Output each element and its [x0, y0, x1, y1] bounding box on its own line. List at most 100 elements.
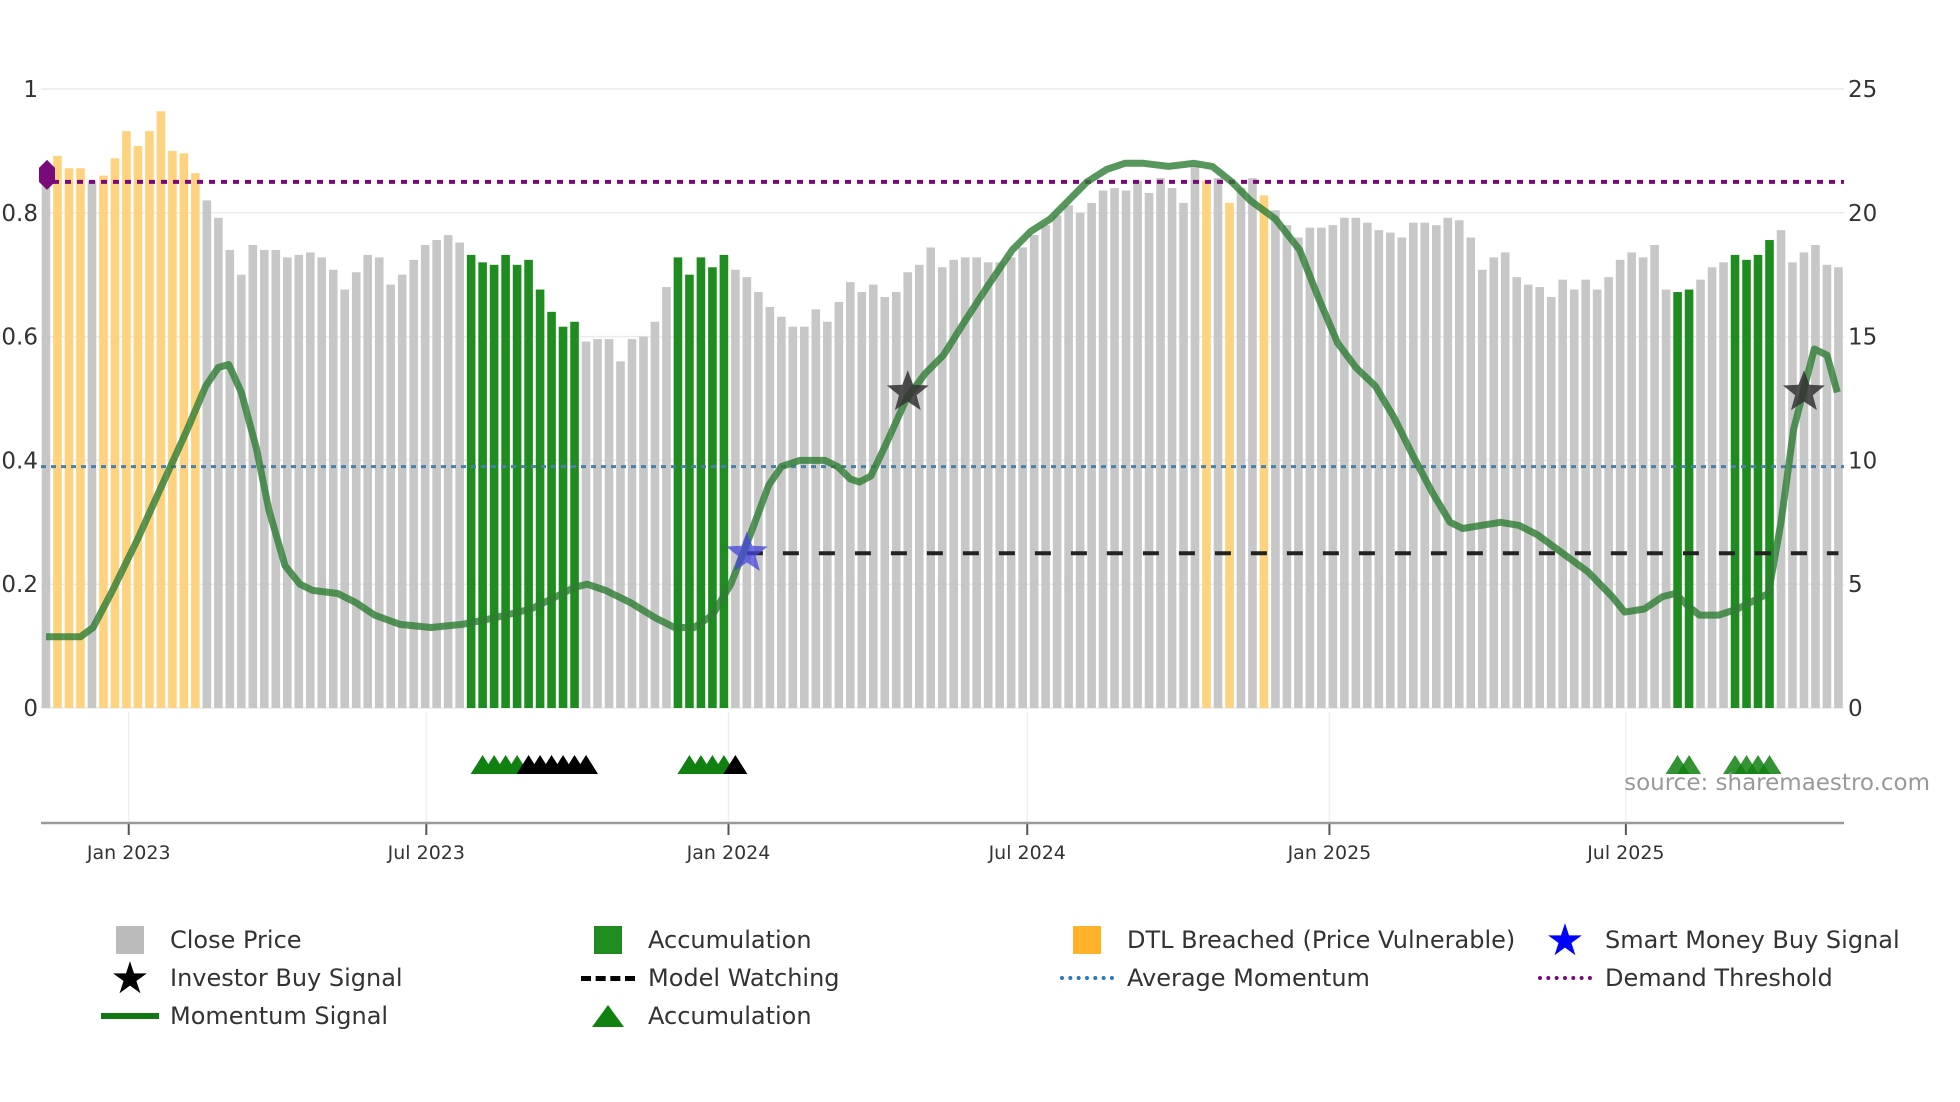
- close-price-bar: [248, 244, 258, 708]
- close-price-bar: [409, 259, 418, 708]
- close-price-bar: [1064, 205, 1073, 708]
- left-axis-tick-label: 0.8: [1, 201, 38, 227]
- close-price-bar: [1052, 215, 1062, 708]
- close-price-bar: [1592, 289, 1602, 708]
- close-price-bar: [731, 269, 740, 708]
- close-price-bar: [1294, 237, 1303, 708]
- source-label: source: sharemaestro.com: [1624, 770, 1930, 796]
- close-price-bar: [650, 321, 660, 708]
- close-price-bar: [857, 292, 867, 708]
- close-price-bar: [1615, 259, 1625, 708]
- close-price-bar: [581, 341, 591, 708]
- close-price-bar: [1133, 180, 1142, 708]
- x-tick-label: Jul 2023: [387, 842, 465, 864]
- close-price-bar: [397, 274, 407, 708]
- right-axis-tick-label: 15: [1848, 325, 1877, 351]
- close-price-bar: [328, 269, 338, 708]
- close-price-bar: [237, 274, 246, 708]
- close-price-bar: [1811, 244, 1820, 708]
- close-price-bar: [1696, 279, 1705, 708]
- close-price-bar: [1087, 202, 1096, 708]
- close-price-bar: [891, 292, 901, 708]
- close-price-bar: [1110, 188, 1119, 709]
- close-price-bar: [214, 217, 223, 708]
- close-price-bar: [995, 262, 1004, 708]
- close-price-bar: [1523, 284, 1533, 708]
- x-tick-label: Jan 2025: [1287, 842, 1372, 864]
- close-price-bar: [202, 200, 212, 709]
- close-price-bar: [1374, 230, 1384, 708]
- left-axis-tick-label: 0: [23, 696, 38, 722]
- close-price-bar: [1386, 232, 1395, 708]
- close-price-bar: [317, 257, 327, 708]
- close-price-bar: [777, 316, 786, 708]
- dtl-breached-bar: [76, 168, 85, 708]
- left-axis-tick-label: 1: [23, 77, 38, 103]
- close-price-bar: [972, 257, 981, 708]
- close-price-bar: [225, 249, 235, 708]
- accumulation-bar: [1684, 289, 1694, 708]
- close-price-bar: [1075, 212, 1085, 709]
- right-axis-tick-label: 0: [1848, 696, 1863, 722]
- dtl-breached-bar: [191, 173, 200, 708]
- x-tick-label: Jan 2024: [686, 842, 771, 864]
- close-price-bar: [1604, 277, 1613, 708]
- dtl-breached-bar: [1202, 180, 1211, 708]
- close-price-bar: [1638, 257, 1648, 708]
- close-price-bar: [1397, 237, 1407, 708]
- close-price-bar: [1167, 188, 1177, 709]
- accumulation-bar: [558, 326, 568, 708]
- close-price-bar: [1443, 217, 1453, 708]
- close-price-bar: [1834, 267, 1843, 708]
- close-price-bar: [880, 296, 890, 708]
- dtl-breached-bar: [156, 111, 166, 708]
- accumulation-bar: [570, 321, 579, 708]
- close-price-bar: [41, 183, 51, 708]
- close-price-bar: [800, 326, 809, 708]
- left-axis-tick-label: 0.2: [1, 572, 38, 598]
- close-price-bar: [1650, 244, 1659, 708]
- momentum-chart: 00.20.40.60.810510152025Jan 2023 Jul 2023…: [1, 77, 1877, 864]
- dtl-breached-bar: [122, 131, 131, 709]
- close-price-bar: [1489, 257, 1499, 708]
- dtl-breached-bar: [1225, 202, 1234, 708]
- close-price-bar: [983, 262, 993, 708]
- close-price-bar: [1581, 279, 1590, 708]
- close-price-bar: [788, 326, 798, 708]
- close-price-bar: [1179, 202, 1188, 708]
- close-price-bar: [1466, 237, 1476, 708]
- dtl-breached-bar: [145, 131, 154, 709]
- accumulation-bar: [501, 254, 510, 708]
- x-tick-label: Jul 2025: [1586, 842, 1664, 864]
- dtl-breached-bar: [168, 150, 177, 708]
- close-price-bar: [1776, 230, 1786, 708]
- close-price-bar: [616, 361, 625, 708]
- accumulation-bar: [478, 262, 487, 708]
- left-axis-tick-label: 0.4: [1, 448, 38, 474]
- close-price-bar: [294, 254, 304, 708]
- close-price-bar: [846, 282, 855, 708]
- accumulation-bar: [1730, 254, 1740, 708]
- accumulation-bar: [1673, 292, 1682, 708]
- right-axis-tick-label: 5: [1848, 572, 1863, 598]
- close-price-bar: [305, 252, 315, 708]
- accumulation-bar: [708, 267, 717, 708]
- close-price-bar: [926, 247, 936, 709]
- dtl-breached-bar: [110, 158, 120, 708]
- close-price-bar: [639, 336, 648, 708]
- close-price-bar: [1477, 269, 1487, 708]
- accumulation-bar: [524, 259, 533, 708]
- close-price-bar: [1351, 217, 1361, 708]
- dtl-breached-bar: [1259, 195, 1269, 708]
- close-price-bar: [1535, 287, 1544, 708]
- close-price-bar: [937, 267, 947, 708]
- close-price-bar: [742, 277, 752, 708]
- right-axis-tick-label: 25: [1848, 77, 1877, 103]
- left-axis-tick-label: 0.6: [1, 325, 38, 351]
- close-price-bar: [455, 242, 464, 708]
- x-tick-label: Jan 2023: [86, 842, 171, 864]
- close-price-bar: [374, 257, 384, 708]
- close-price-bar: [662, 287, 671, 708]
- dtl-breached-bar: [99, 175, 108, 708]
- dtl-breached-bar: [64, 168, 74, 708]
